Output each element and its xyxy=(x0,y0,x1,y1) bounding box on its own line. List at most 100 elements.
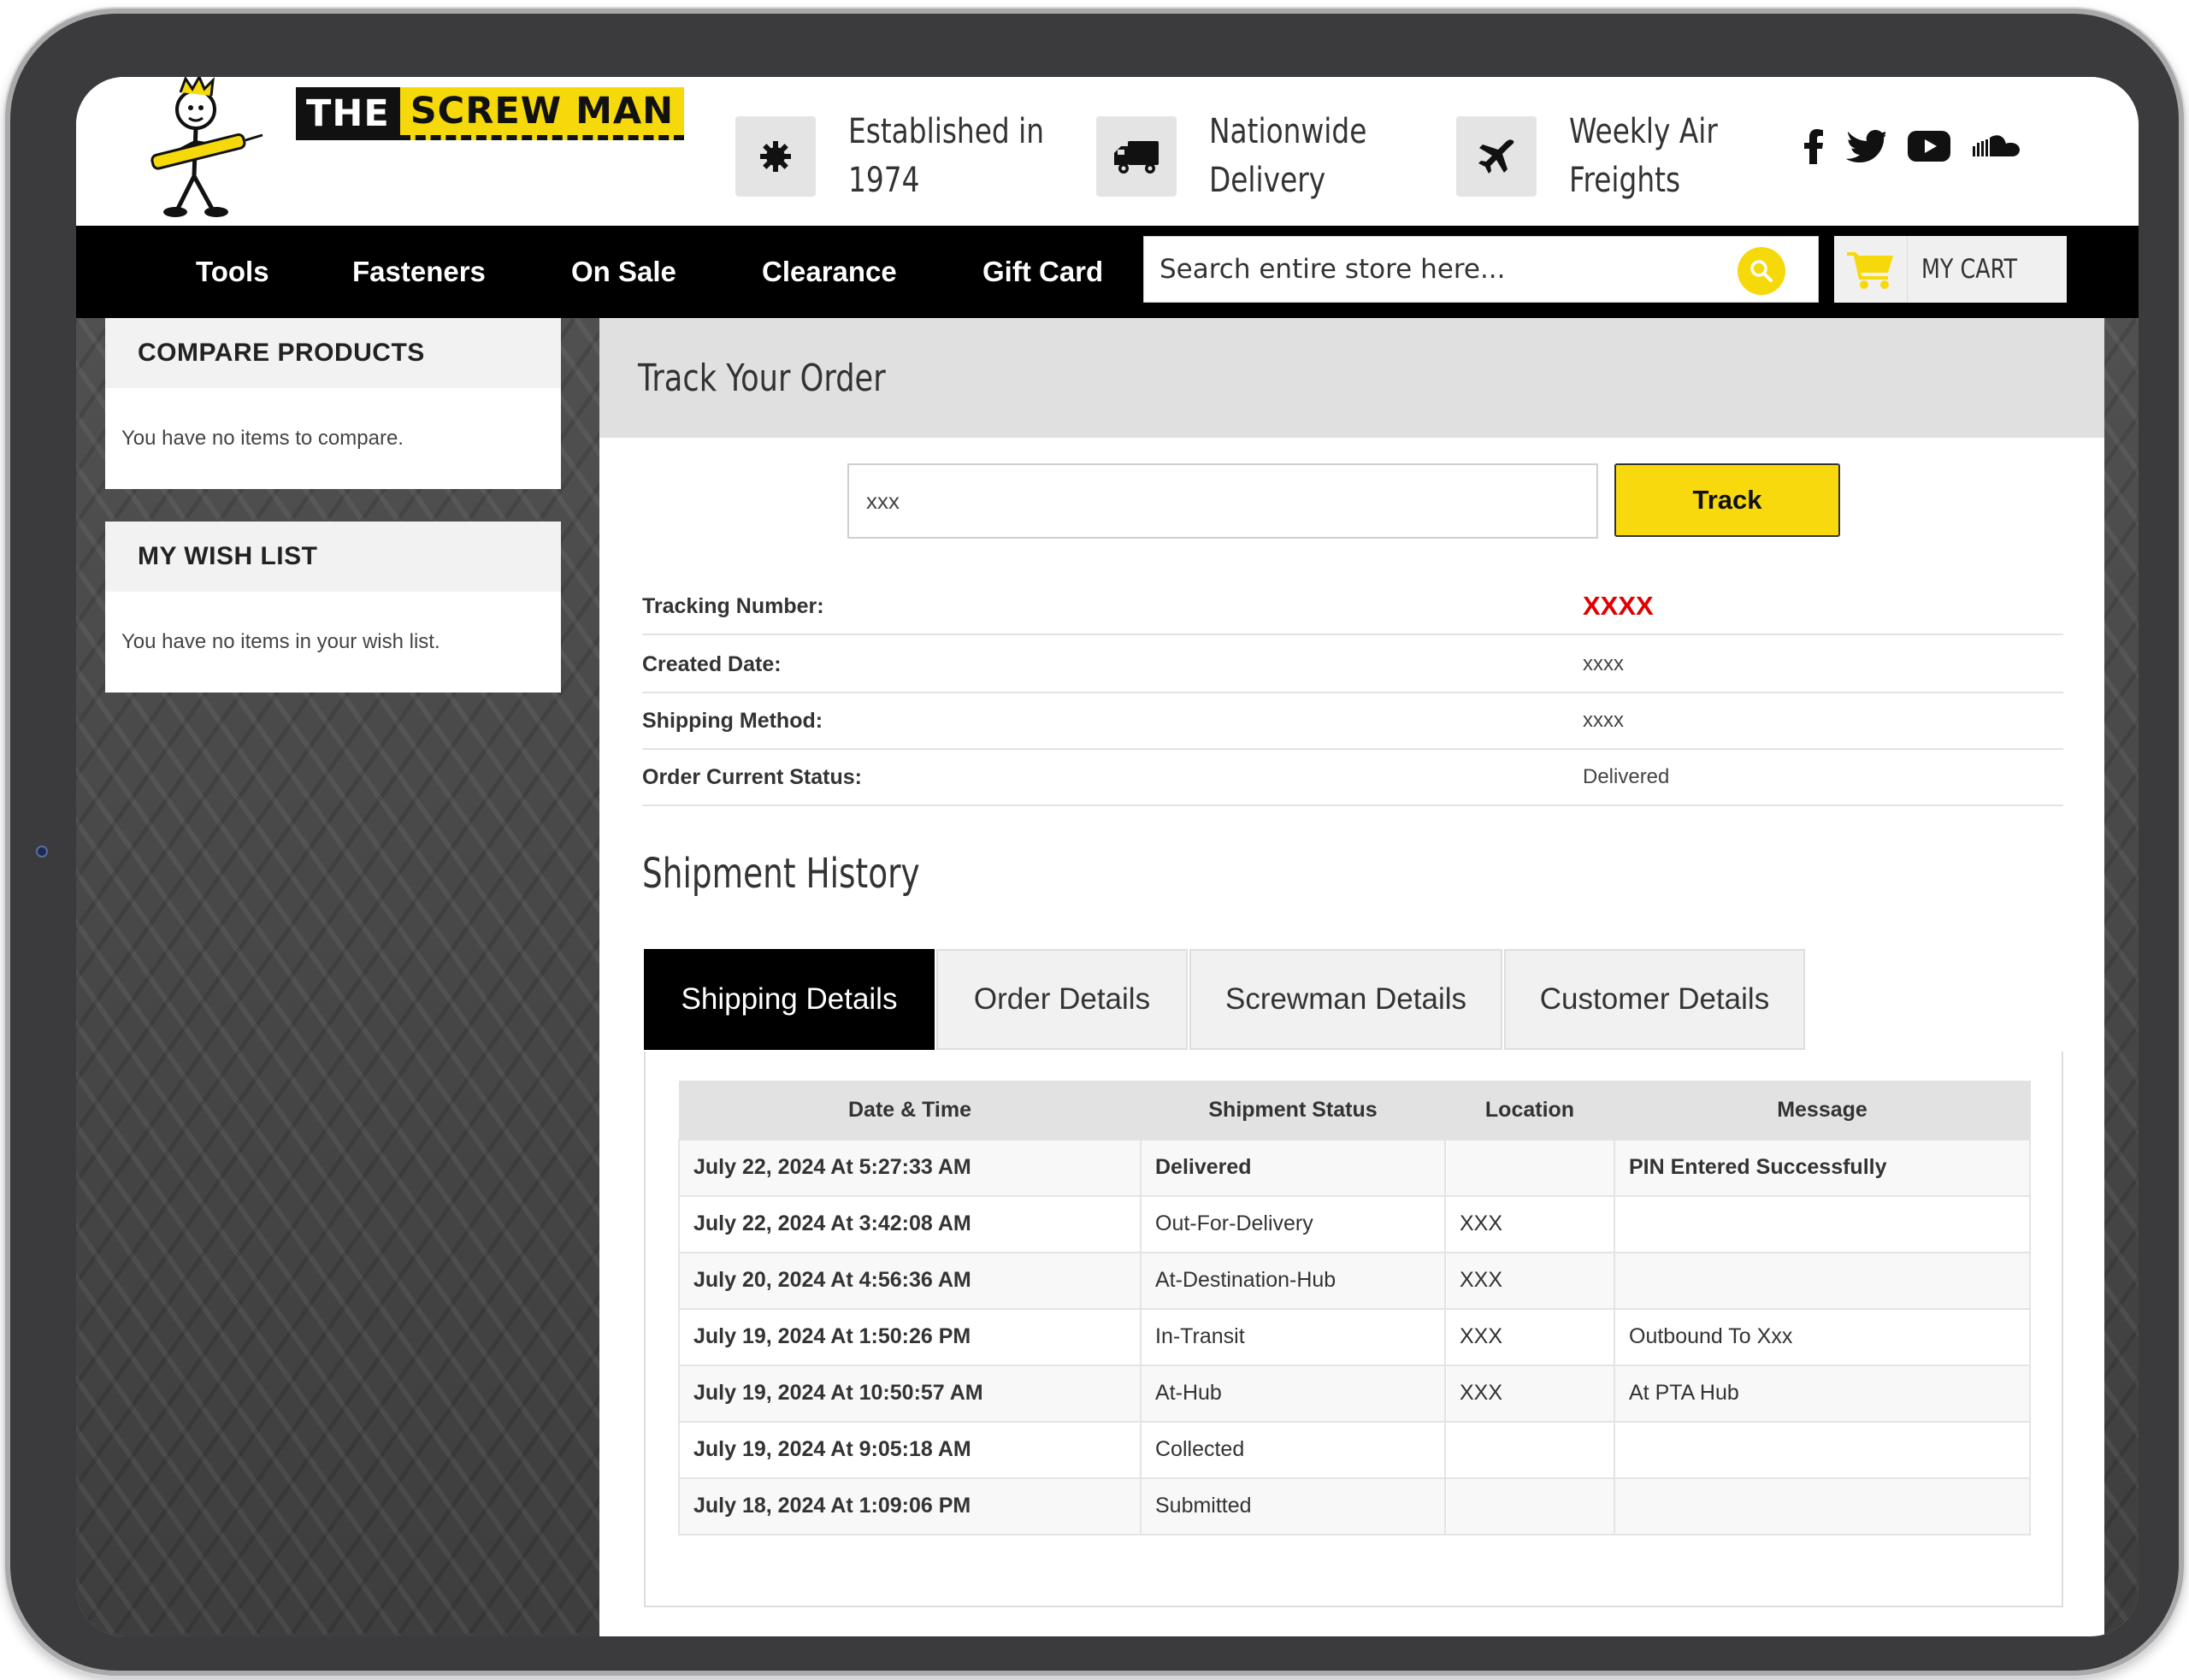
table-row: July 19, 2024 At 9:05:18 AM Collected xyxy=(678,1420,2031,1479)
cell-message: PIN Entered Successfully xyxy=(1614,1138,2031,1197)
cell-message xyxy=(1614,1194,2031,1253)
logo-the: THE xyxy=(296,87,400,140)
table-row: July 19, 2024 At 10:50:57 AM At-Hub XXX … xyxy=(678,1364,2031,1423)
cart-label: MY CART xyxy=(1921,254,2018,285)
cell-date: July 20, 2024 At 4:56:36 AM xyxy=(678,1251,1142,1310)
page-body: COMPARE PRODUCTS You have no items to co… xyxy=(76,318,2139,1636)
page-title: Track Your Order xyxy=(638,356,886,400)
cell-status: Delivered xyxy=(1140,1138,1446,1197)
feature-line: Weekly Air xyxy=(1569,112,1718,151)
shipment-history-title: Shipment History xyxy=(642,850,920,898)
cell-location xyxy=(1444,1420,1615,1479)
cell-message xyxy=(1614,1420,2031,1479)
cell-message xyxy=(1614,1251,2031,1310)
info-value: xxxx xyxy=(1583,709,1624,732)
cell-message: At PTA Hub xyxy=(1614,1364,2031,1423)
info-row-order-status: Order Current Status: Delivered xyxy=(642,750,2063,806)
cell-status: In-Transit xyxy=(1140,1307,1446,1366)
track-button[interactable]: Track xyxy=(1614,463,1840,537)
column-header: Message xyxy=(1614,1081,2031,1140)
shipment-tabs: Shipping Details Order Details Screwman … xyxy=(644,949,1807,1050)
compare-products-title: COMPARE PRODUCTS xyxy=(105,318,561,388)
cell-status: Submitted xyxy=(1140,1477,1446,1536)
info-value: Delivered xyxy=(1583,765,1670,788)
compare-products-empty: You have no items to compare. xyxy=(121,427,404,450)
tab-customer-details[interactable]: Customer Details xyxy=(1504,949,1805,1050)
mini-cart[interactable]: MY CART xyxy=(1834,236,2067,303)
table-header-row: Date & Time Shipment Status Location Mes… xyxy=(678,1081,2031,1140)
feature-line: Established in xyxy=(848,112,1045,151)
compare-products-block: COMPARE PRODUCTS You have no items to co… xyxy=(105,318,561,489)
cell-date: July 19, 2024 At 9:05:18 AM xyxy=(678,1420,1142,1479)
info-row-created-date: Created Date: xxxx xyxy=(642,637,2063,693)
cell-status: Out-For-Delivery xyxy=(1140,1194,1446,1253)
nav-item-tools[interactable]: Tools xyxy=(196,226,269,318)
info-label: Created Date: xyxy=(642,651,782,676)
airplane-icon xyxy=(1456,116,1537,197)
screwman-mascot-icon xyxy=(150,77,263,217)
main-navigation: Tools Fasteners On Sale Clearance Gift C… xyxy=(76,226,2139,318)
info-label: Shipping Method: xyxy=(642,708,823,733)
cart-icon xyxy=(1834,236,1908,303)
search-icon[interactable] xyxy=(1738,247,1785,295)
tab-order-details[interactable]: Order Details xyxy=(936,949,1188,1050)
nav-item-clearance[interactable]: Clearance xyxy=(762,226,897,318)
nav-item-on-sale[interactable]: On Sale xyxy=(571,226,676,318)
track-order-panel: Track Your Order Track Tracking Number: … xyxy=(599,318,2104,1636)
feature-airfreight: Weekly Air Freights xyxy=(1456,108,1750,205)
info-value: XXXX xyxy=(1583,591,1654,621)
cell-location xyxy=(1444,1138,1615,1197)
logo-screwman: SCREW MAN xyxy=(399,87,685,140)
track-order-header: Track Your Order xyxy=(599,318,2104,438)
facebook-icon[interactable] xyxy=(1803,128,1824,164)
info-row-shipping-method: Shipping Method: xxxx xyxy=(642,693,2063,750)
gear-icon xyxy=(735,116,816,197)
camera-icon xyxy=(36,846,48,858)
info-label: Tracking Number: xyxy=(642,593,824,618)
browser-viewport: THE SCREW MAN Established in 1974 Nation… xyxy=(76,77,2139,1636)
table-row: July 18, 2024 At 1:09:06 PM Submitted xyxy=(678,1477,2031,1536)
column-header: Location xyxy=(1444,1081,1615,1140)
feature-line: Delivery xyxy=(1209,161,1326,200)
tab-screwman-details[interactable]: Screwman Details xyxy=(1189,949,1502,1050)
youtube-icon[interactable] xyxy=(1908,131,1950,162)
feature-line: Nationwide xyxy=(1209,112,1367,151)
cell-message xyxy=(1614,1477,2031,1536)
wishlist-block: MY WISH LIST You have no items in your w… xyxy=(105,522,561,693)
info-value: xxxx xyxy=(1583,652,1624,675)
cell-status: At-Destination-Hub xyxy=(1140,1251,1446,1310)
feature-text: Established in 1974 xyxy=(848,108,1044,205)
cell-date: July 22, 2024 At 5:27:33 AM xyxy=(678,1138,1142,1197)
social-links xyxy=(1803,128,2021,164)
nav-item-fasteners[interactable]: Fasteners xyxy=(352,226,486,318)
feature-line: 1974 xyxy=(848,161,920,200)
search-box xyxy=(1143,236,1819,303)
tab-shipping-details[interactable]: Shipping Details xyxy=(644,949,935,1050)
search-input[interactable] xyxy=(1159,239,1741,299)
logo-wordmark: THE SCREW MAN xyxy=(292,87,687,140)
cell-location: XXX xyxy=(1444,1307,1615,1366)
table-row: July 22, 2024 At 5:27:33 AM Delivered PI… xyxy=(678,1138,2031,1197)
tracking-number-input[interactable] xyxy=(847,463,1598,539)
site-header: THE SCREW MAN Established in 1974 Nation… xyxy=(76,77,2139,226)
truck-icon xyxy=(1096,116,1177,197)
cell-date: July 19, 2024 At 1:50:26 PM xyxy=(678,1307,1142,1366)
cell-location: XXX xyxy=(1444,1194,1615,1253)
info-row-tracking-number: Tracking Number: XXXX xyxy=(642,579,2063,635)
cell-location: XXX xyxy=(1444,1251,1615,1310)
twitter-icon[interactable] xyxy=(1846,130,1885,162)
column-header: Date & Time xyxy=(678,1081,1142,1140)
feature-established: Established in 1974 xyxy=(735,108,1087,205)
cell-date: July 18, 2024 At 1:09:06 PM xyxy=(678,1477,1142,1536)
cell-date: July 19, 2024 At 10:50:57 AM xyxy=(678,1364,1142,1423)
table-row: July 20, 2024 At 4:56:36 AM At-Destinati… xyxy=(678,1251,2031,1310)
site-logo[interactable]: THE SCREW MAN xyxy=(145,77,743,222)
nav-item-gift-card[interactable]: Gift Card xyxy=(982,226,1103,318)
column-header: Shipment Status xyxy=(1140,1081,1446,1140)
feature-line: Freights xyxy=(1569,161,1681,200)
cell-status: At-Hub xyxy=(1140,1364,1446,1423)
cell-location xyxy=(1444,1477,1615,1536)
soundcloud-icon[interactable] xyxy=(1973,134,2021,158)
tablet-frame: THE SCREW MAN Established in 1974 Nation… xyxy=(5,9,2184,1676)
wishlist-title: MY WISH LIST xyxy=(105,522,561,592)
